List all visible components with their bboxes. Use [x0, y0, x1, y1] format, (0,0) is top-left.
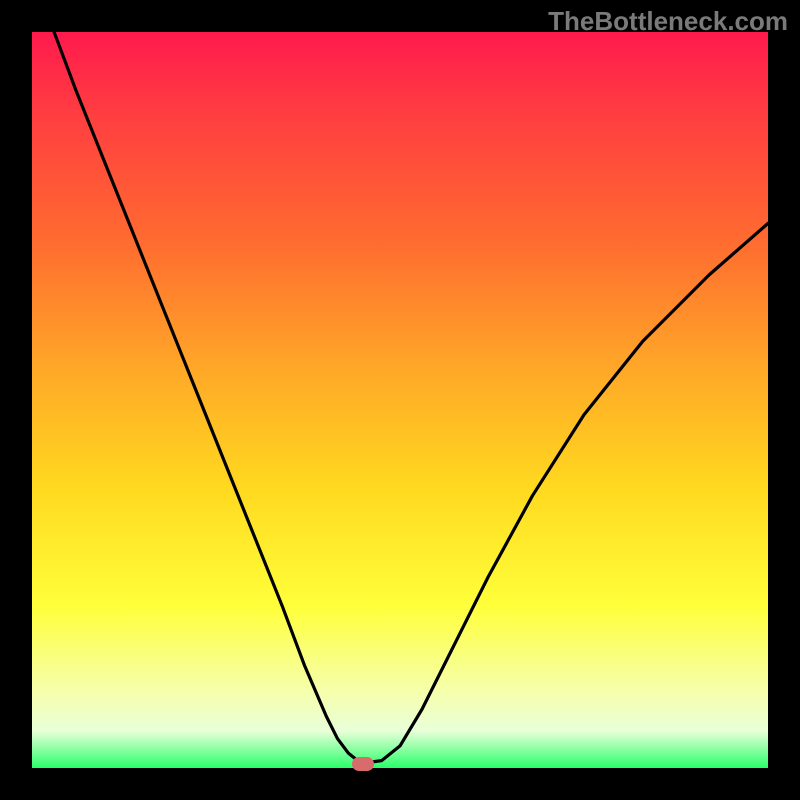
- watermark-text: TheBottleneck.com: [548, 6, 788, 37]
- curve-svg: [32, 32, 768, 768]
- bottleneck-curve: [54, 32, 768, 762]
- chart-frame: TheBottleneck.com: [0, 0, 800, 800]
- optimum-marker: [352, 757, 374, 771]
- plot-area: [32, 32, 768, 768]
